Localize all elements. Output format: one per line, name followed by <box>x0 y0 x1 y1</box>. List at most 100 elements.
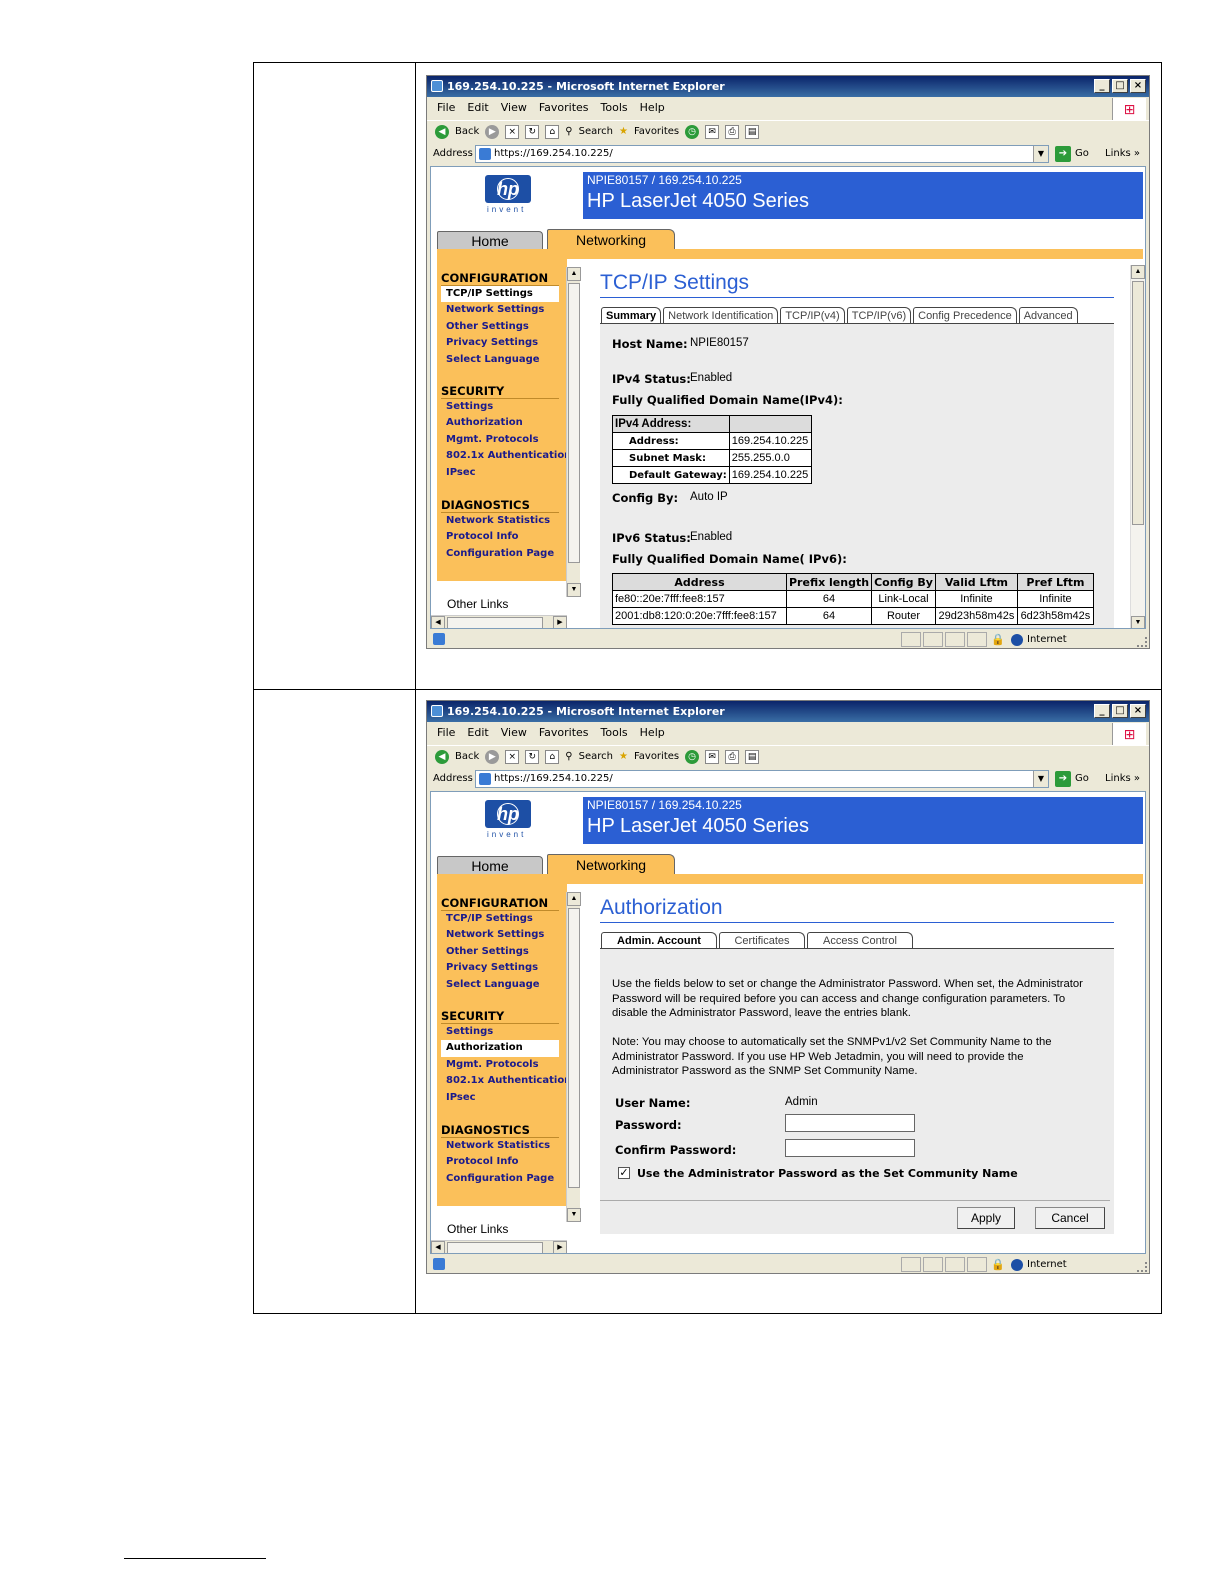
password-field[interactable] <box>785 1114 915 1132</box>
nav-item-authorization[interactable]: Authorization <box>441 1040 559 1057</box>
nav-horizontal-scrollbar[interactable]: ◀ ▶ <box>431 615 567 628</box>
menu-file[interactable]: File <box>437 97 455 119</box>
menu-edit[interactable]: Edit <box>467 97 488 119</box>
nav-item-configuration-page[interactable]: Configuration Page <box>441 546 559 562</box>
search-icon[interactable]: ⚲ <box>565 746 572 768</box>
nav-item-configuration-page[interactable]: Configuration Page <box>441 1171 559 1187</box>
tab-tcpip-v4[interactable]: TCP/IP(v4) <box>780 307 845 324</box>
favorites-button[interactable]: Favorites <box>634 746 679 768</box>
links-button[interactable]: Links » <box>1105 768 1140 790</box>
tab-home[interactable]: Home <box>437 856 543 875</box>
tab-certificates[interactable]: Certificates <box>719 932 805 949</box>
back-icon[interactable]: ◀ <box>435 749 449 764</box>
go-button[interactable]: ➔ Go <box>1055 145 1089 163</box>
tab-config-precedence[interactable]: Config Precedence <box>913 307 1017 324</box>
scroll-thumb[interactable] <box>568 283 580 563</box>
menu-help[interactable]: Help <box>640 97 665 119</box>
nav-item-ipsec[interactable]: IPsec <box>441 465 559 481</box>
nav-item-select-language[interactable]: Select Language <box>441 977 559 993</box>
tab-admin-account[interactable]: Admin. Account <box>601 932 717 949</box>
nav-item-privacy-settings[interactable]: Privacy Settings <box>441 960 559 976</box>
back-icon[interactable]: ◀ <box>435 124 449 139</box>
address-dropdown-icon[interactable]: ▼ <box>1033 146 1048 162</box>
home-icon[interactable]: ⌂ <box>545 749 560 764</box>
nav-item-other-settings[interactable]: Other Settings <box>441 944 559 960</box>
nav-item-tcpip-settings[interactable]: TCP/IP Settings <box>441 911 559 927</box>
menu-file[interactable]: File <box>437 722 455 744</box>
nav-item-mgmt-protocols[interactable]: Mgmt. Protocols <box>441 1057 559 1073</box>
address-input[interactable]: https://169.254.10.225/ ▼ <box>475 770 1049 788</box>
favorites-star-icon[interactable]: ★ <box>619 746 628 768</box>
print-icon[interactable]: ⎙ <box>725 749 740 764</box>
maximize-button[interactable]: □ <box>1112 704 1128 718</box>
page-scrollbar[interactable]: ▲ ▼ <box>1130 265 1145 628</box>
nav-item-tcpip-settings[interactable]: TCP/IP Settings <box>441 286 559 303</box>
go-button[interactable]: ➔ Go <box>1055 770 1089 788</box>
cancel-button[interactable]: Cancel <box>1035 1207 1105 1229</box>
scroll-down-icon[interactable]: ▼ <box>567 1208 581 1222</box>
scroll-thumb[interactable] <box>447 617 543 628</box>
minimize-button[interactable]: _ <box>1094 79 1110 93</box>
nav-item-ipsec[interactable]: IPsec <box>441 1090 559 1106</box>
mail-icon[interactable]: ✉ <box>705 749 720 764</box>
nav-horizontal-scrollbar[interactable]: ◀ ▶ <box>431 1240 567 1253</box>
scroll-right-icon[interactable]: ▶ <box>553 1241 567 1253</box>
nav-item-network-statistics[interactable]: Network Statistics <box>441 513 559 529</box>
minimize-button[interactable]: _ <box>1094 704 1110 718</box>
nav-item-mgmt-protocols[interactable]: Mgmt. Protocols <box>441 432 559 448</box>
back-button[interactable]: Back <box>455 746 479 768</box>
apply-button[interactable]: Apply <box>957 1207 1015 1229</box>
tab-networking[interactable]: Networking <box>547 229 675 250</box>
nav-item-8021x[interactable]: 802.1x Authentication <box>441 1073 571 1089</box>
tab-summary[interactable]: Summary <box>601 307 662 324</box>
tab-network-identification[interactable]: Network Identification <box>663 307 779 324</box>
nav-item-authorization[interactable]: Authorization <box>441 415 559 431</box>
nav-item-select-language[interactable]: Select Language <box>441 352 559 368</box>
menu-favorites[interactable]: Favorites <box>539 97 589 119</box>
scroll-up-icon[interactable]: ▲ <box>1131 265 1145 279</box>
forward-icon[interactable]: ▶ <box>485 124 500 139</box>
links-button[interactable]: Links » <box>1105 143 1140 165</box>
search-icon[interactable]: ⚲ <box>565 121 572 143</box>
close-button[interactable]: × <box>1130 704 1146 718</box>
confirm-password-field[interactable] <box>785 1139 915 1157</box>
menu-tools[interactable]: Tools <box>601 97 628 119</box>
scroll-left-icon[interactable]: ◀ <box>431 1241 445 1253</box>
print-icon[interactable]: ⎙ <box>725 124 740 139</box>
stop-icon[interactable]: × <box>505 749 520 764</box>
tab-access-control[interactable]: Access Control <box>807 932 913 949</box>
scroll-thumb[interactable] <box>447 1242 543 1253</box>
set-community-name-checkbox[interactable]: ✓ <box>618 1167 630 1179</box>
nav-item-other-settings[interactable]: Other Settings <box>441 319 559 335</box>
tab-networking[interactable]: Networking <box>547 854 675 875</box>
scroll-up-icon[interactable]: ▲ <box>567 267 581 281</box>
nav-item-network-settings[interactable]: Network Settings <box>441 927 559 943</box>
scroll-up-icon[interactable]: ▲ <box>567 892 581 906</box>
search-button[interactable]: Search <box>579 121 613 143</box>
nav-item-network-settings[interactable]: Network Settings <box>441 302 559 318</box>
nav-item-settings[interactable]: Settings <box>441 1024 559 1040</box>
nav-item-network-statistics[interactable]: Network Statistics <box>441 1138 559 1154</box>
edit-icon[interactable]: ▤ <box>745 124 760 139</box>
resize-grip-icon[interactable] <box>1137 637 1147 647</box>
menu-edit[interactable]: Edit <box>467 722 488 744</box>
scroll-thumb[interactable] <box>568 908 580 1188</box>
nav-item-8021x[interactable]: 802.1x Authentication <box>441 448 571 464</box>
tab-tcpip-v6[interactable]: TCP/IP(v6) <box>846 307 912 324</box>
scroll-down-icon[interactable]: ▼ <box>1131 616 1145 628</box>
refresh-icon[interactable]: ↻ <box>525 124 540 139</box>
mail-icon[interactable]: ✉ <box>705 124 720 139</box>
scroll-thumb[interactable] <box>1132 281 1144 525</box>
address-dropdown-icon[interactable]: ▼ <box>1033 771 1048 787</box>
nav-item-settings[interactable]: Settings <box>441 399 559 415</box>
menu-view[interactable]: View <box>501 722 527 744</box>
home-icon[interactable]: ⌂ <box>545 124 560 139</box>
menu-help[interactable]: Help <box>640 722 665 744</box>
menu-favorites[interactable]: Favorites <box>539 722 589 744</box>
tab-home[interactable]: Home <box>437 231 543 250</box>
nav-item-protocol-info[interactable]: Protocol Info <box>441 1154 559 1170</box>
address-input[interactable]: https://169.254.10.225/ ▼ <box>475 145 1049 163</box>
menu-view[interactable]: View <box>501 97 527 119</box>
forward-icon[interactable]: ▶ <box>485 749 500 764</box>
search-button[interactable]: Search <box>579 746 613 768</box>
